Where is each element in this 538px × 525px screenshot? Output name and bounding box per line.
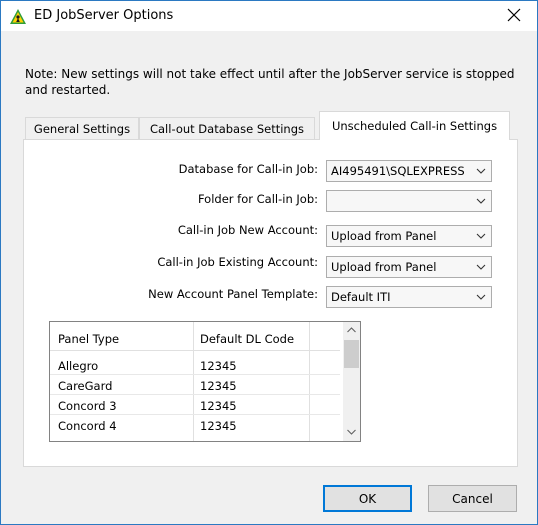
column-divider bbox=[309, 322, 310, 441]
grid-header: Panel Type Default DL Code bbox=[50, 322, 340, 351]
restart-note: Note: New settings will not take effect … bbox=[25, 67, 515, 97]
close-button[interactable] bbox=[491, 1, 537, 31]
tab-callout-database-settings[interactable]: Call-out Database Settings bbox=[139, 117, 315, 139]
new-account-select[interactable]: Upload from Panel bbox=[326, 225, 492, 247]
cell-dl-code[interactable]: 12345 bbox=[200, 419, 237, 433]
close-icon bbox=[507, 8, 521, 25]
grid-scrollbar[interactable] bbox=[343, 322, 360, 441]
title-bar[interactable]: ED JobServer Options bbox=[1, 1, 537, 31]
existing-account-select[interactable]: Upload from Panel bbox=[326, 256, 492, 278]
cell-panel-type: Allegro bbox=[58, 359, 99, 373]
column-divider bbox=[193, 322, 194, 441]
existing-account-label: Call-in Job Existing Account: bbox=[157, 255, 318, 269]
cell-dl-code[interactable]: 12345 bbox=[200, 399, 237, 413]
app-icon bbox=[10, 9, 26, 24]
cell-panel-type: Concord 3 bbox=[58, 399, 117, 413]
folder-select[interactable] bbox=[326, 190, 492, 212]
panel-template-value: Default ITI bbox=[331, 290, 391, 304]
panel-type-grid[interactable]: Panel Type Default DL Code Allegro 12345… bbox=[49, 321, 361, 442]
options-dialog: ED JobServer Options Note: New settings … bbox=[0, 0, 538, 525]
database-label: Database for Call-in Job: bbox=[178, 162, 318, 176]
scrollbar-thumb[interactable] bbox=[344, 340, 359, 368]
chevron-down-icon bbox=[476, 233, 486, 239]
tab-general-settings[interactable]: General Settings bbox=[25, 117, 139, 139]
cell-panel-type: Concord 4 bbox=[58, 419, 117, 433]
folder-label: Folder for Call-in Job: bbox=[197, 192, 318, 206]
row-divider bbox=[50, 374, 340, 375]
new-account-value: Upload from Panel bbox=[331, 229, 437, 243]
ok-button[interactable]: OK bbox=[323, 485, 412, 512]
chevron-down-icon bbox=[476, 294, 486, 300]
chevron-down-icon bbox=[476, 168, 486, 174]
cell-dl-code[interactable]: 12345 bbox=[200, 379, 237, 393]
column-header-default-dl-code[interactable]: Default DL Code bbox=[200, 332, 294, 346]
window-title: ED JobServer Options bbox=[34, 8, 174, 23]
cancel-button[interactable]: Cancel bbox=[428, 485, 517, 512]
cell-panel-type: CareGard bbox=[58, 379, 113, 393]
database-select[interactable]: AI495491\SQLEXPRESS bbox=[326, 160, 492, 182]
chevron-down-icon bbox=[476, 198, 486, 204]
row-divider bbox=[50, 394, 340, 395]
database-value: AI495491\SQLEXPRESS bbox=[331, 164, 465, 178]
column-header-panel-type[interactable]: Panel Type bbox=[58, 332, 119, 346]
chevron-up-icon[interactable] bbox=[347, 327, 356, 333]
tab-unscheduled-callin-settings[interactable]: Unscheduled Call-in Settings bbox=[319, 111, 510, 140]
chevron-down-icon[interactable] bbox=[347, 429, 356, 435]
chevron-down-icon bbox=[476, 264, 486, 270]
row-divider bbox=[50, 414, 340, 415]
panel-template-label: New Account Panel Template: bbox=[148, 287, 318, 301]
panel-template-select[interactable]: Default ITI bbox=[326, 286, 492, 308]
new-account-label: Call-in Job New Account: bbox=[177, 223, 318, 237]
existing-account-value: Upload from Panel bbox=[331, 260, 437, 274]
cell-dl-code[interactable]: 12345 bbox=[200, 359, 237, 373]
